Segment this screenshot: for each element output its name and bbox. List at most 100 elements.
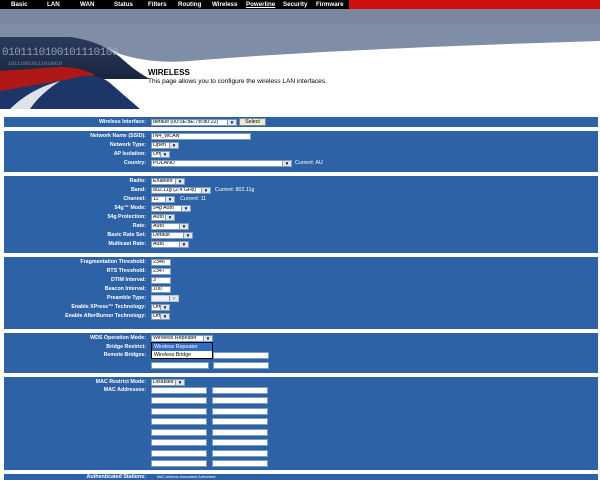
chevron-down-icon: ▼ (175, 380, 184, 385)
54g-mode-label: 54g™ Mode: (114, 205, 147, 211)
mac-address-input[interactable] (151, 397, 207, 404)
mac-address-input[interactable] (151, 429, 207, 436)
nav-lan[interactable]: LAN (47, 1, 60, 8)
basic-rate-set-value: Default (153, 232, 170, 238)
rate-label: Rate: (132, 223, 146, 229)
chevron-down-icon: ▼ (165, 197, 174, 202)
multicast-rate-label: Multicast Rate: (108, 241, 146, 247)
afterburner-technology-select[interactable]: Off ▼ (151, 313, 170, 320)
wds-operation-mode-label: WDS Operation Mode: (90, 335, 146, 341)
nav-firmware[interactable]: Firmware (316, 1, 344, 8)
nav-wireless[interactable]: Wireless (212, 1, 237, 8)
chevron-down-icon: ▼ (203, 336, 212, 341)
chevron-down-icon: ▼ (160, 305, 169, 310)
mac-restrict-mode-value: Disabled (153, 379, 174, 385)
beacon-interval-input[interactable]: 100 (151, 286, 171, 293)
mac-address-input[interactable] (212, 408, 268, 415)
wds-option-bridge[interactable]: Wireless Bridge (152, 351, 212, 359)
column-mac-address: MAC Address (157, 475, 179, 479)
interface-section: Wireless Interface: default (00:0E:8E:7B… (4, 117, 598, 127)
mac-address-input[interactable] (151, 418, 207, 425)
radio-select[interactable]: Enabled ▼ (151, 178, 185, 185)
band-select[interactable]: 802.11g (2.4 GHz) ▼ (151, 187, 211, 194)
54g-protection-label: 54g Protection: (107, 214, 146, 220)
network-section: Network Name (SSID): IN4_WLAN Network Ty… (4, 131, 598, 172)
banner-binary-text: 0101110100101110100 (2, 47, 118, 59)
mac-address-input[interactable] (151, 408, 207, 415)
channel-label: Channel: (123, 196, 146, 202)
ap-isolation-select[interactable]: Off ▼ (151, 151, 170, 158)
dtim-interval-input[interactable]: 3 (151, 277, 171, 284)
rts-threshold-input[interactable]: 2347 (151, 268, 171, 275)
mac-address-input[interactable] (212, 450, 268, 457)
fragmentation-threshold-label: Fragmentation Threshold: (80, 259, 146, 265)
header-banner: 0101110100101110100 101110010111010010 (0, 9, 600, 109)
wds-option-repeater[interactable]: Wireless Repeater (152, 343, 212, 351)
mac-address-input[interactable] (212, 439, 268, 446)
mac-address-input[interactable] (212, 387, 268, 394)
remote-bridge-input-1[interactable] (213, 352, 269, 359)
channel-current-text: Current: 11 (180, 196, 207, 202)
basic-rate-set-select[interactable]: Default ▼ (151, 232, 193, 239)
nav-powerline[interactable]: Powerline (246, 1, 275, 8)
page-description: This page allows you to configure the wi… (148, 78, 327, 85)
wds-mode-dropdown-list: Wireless Repeater Wireless Bridge (151, 342, 213, 359)
preamble-type-label: Preamble Type: (106, 295, 146, 301)
nav-security[interactable]: Security (283, 1, 307, 8)
mac-address-input[interactable] (151, 439, 207, 446)
wireless-interface-select[interactable]: default (00:0E:8E:7B:80:22) ▼ (151, 119, 237, 126)
nav-accent-strip (349, 0, 600, 9)
remote-bridge-input-3[interactable] (213, 362, 269, 369)
rate-value: Auto (153, 223, 164, 229)
mac-restrict-mode-select[interactable]: Disabled ▼ (151, 379, 185, 386)
nav-filters[interactable]: Filters (148, 1, 167, 8)
rts-threshold-label: RTS Threshold: (106, 268, 146, 274)
stations-column-headers: MAC Address Associated Authorized (157, 474, 215, 480)
mac-address-input[interactable] (151, 387, 207, 394)
mac-address-input[interactable] (212, 418, 268, 425)
page-title: WIRELESS (148, 68, 190, 77)
54g-protection-select[interactable]: Auto ▼ (151, 214, 175, 221)
afterburner-technology-label: Enable AfterBurner Technology: (65, 313, 146, 319)
multicast-rate-value: Auto (153, 241, 164, 247)
nav-status[interactable]: Status (114, 1, 133, 8)
channel-select[interactable]: 11 ▼ (151, 196, 175, 203)
mac-address-input[interactable] (151, 450, 207, 457)
country-select[interactable]: POLAND ▼ (151, 160, 292, 167)
nav-wan[interactable]: WAN (80, 1, 94, 8)
stations-section: Authenticated Stations: MAC Address Asso… (4, 474, 598, 480)
country-label: Country: (123, 160, 146, 166)
mac-address-input[interactable] (212, 460, 268, 467)
mac-address-input[interactable] (212, 429, 268, 436)
network-type-select[interactable]: Open ▼ (151, 142, 179, 149)
mac-address-input[interactable] (212, 397, 268, 404)
mac-restrict-mode-label: MAC Restrict Mode: (95, 379, 146, 385)
beacon-interval-label: Beacon Interval: (104, 286, 146, 292)
mac-address-input[interactable] (151, 460, 207, 467)
wds-section: WDS Operation Mode: Wireless Repeater ▼ … (4, 333, 598, 373)
54g-mode-select[interactable]: 54g Auto ▼ (151, 205, 191, 212)
chevron-down-icon: ▼ (181, 206, 190, 211)
radio-value: Enabled (153, 178, 173, 184)
mac-section: MAC Restrict Mode: Disabled ▼ MAC Addres… (4, 377, 598, 470)
chevron-down-icon: ▼ (227, 120, 236, 125)
remote-bridge-input-2[interactable] (151, 362, 209, 369)
bridge-restrict-label: Bridge Restrict: (106, 344, 146, 350)
dtim-interval-label: DTIM Interval: (110, 277, 146, 283)
multicast-rate-select[interactable]: Auto ▼ (151, 241, 189, 248)
nav-routing[interactable]: Routing (178, 1, 201, 8)
column-authorized: Authorized (198, 475, 216, 479)
preamble-type-select[interactable]: ▼ (151, 295, 179, 302)
ssid-input[interactable]: IN4_WLAN (151, 133, 251, 140)
wireless-interface-label: Wireless Interface: (98, 119, 146, 125)
fragmentation-threshold-input[interactable]: 2346 (151, 259, 171, 266)
54g-mode-value: 54g Auto (153, 205, 174, 211)
mac-addresses-label: MAC Addresses: (103, 387, 146, 393)
nav-basic[interactable]: Basic (11, 1, 28, 8)
select-button[interactable]: Select (239, 118, 266, 126)
ap-isolation-label: AP Isolation: (113, 151, 146, 157)
wds-operation-mode-select[interactable]: Wireless Repeater ▼ (151, 335, 213, 342)
xpress-technology-select[interactable]: Off ▼ (151, 304, 170, 311)
band-label: Band: (130, 187, 146, 193)
rate-select[interactable]: Auto ▼ (151, 223, 189, 230)
